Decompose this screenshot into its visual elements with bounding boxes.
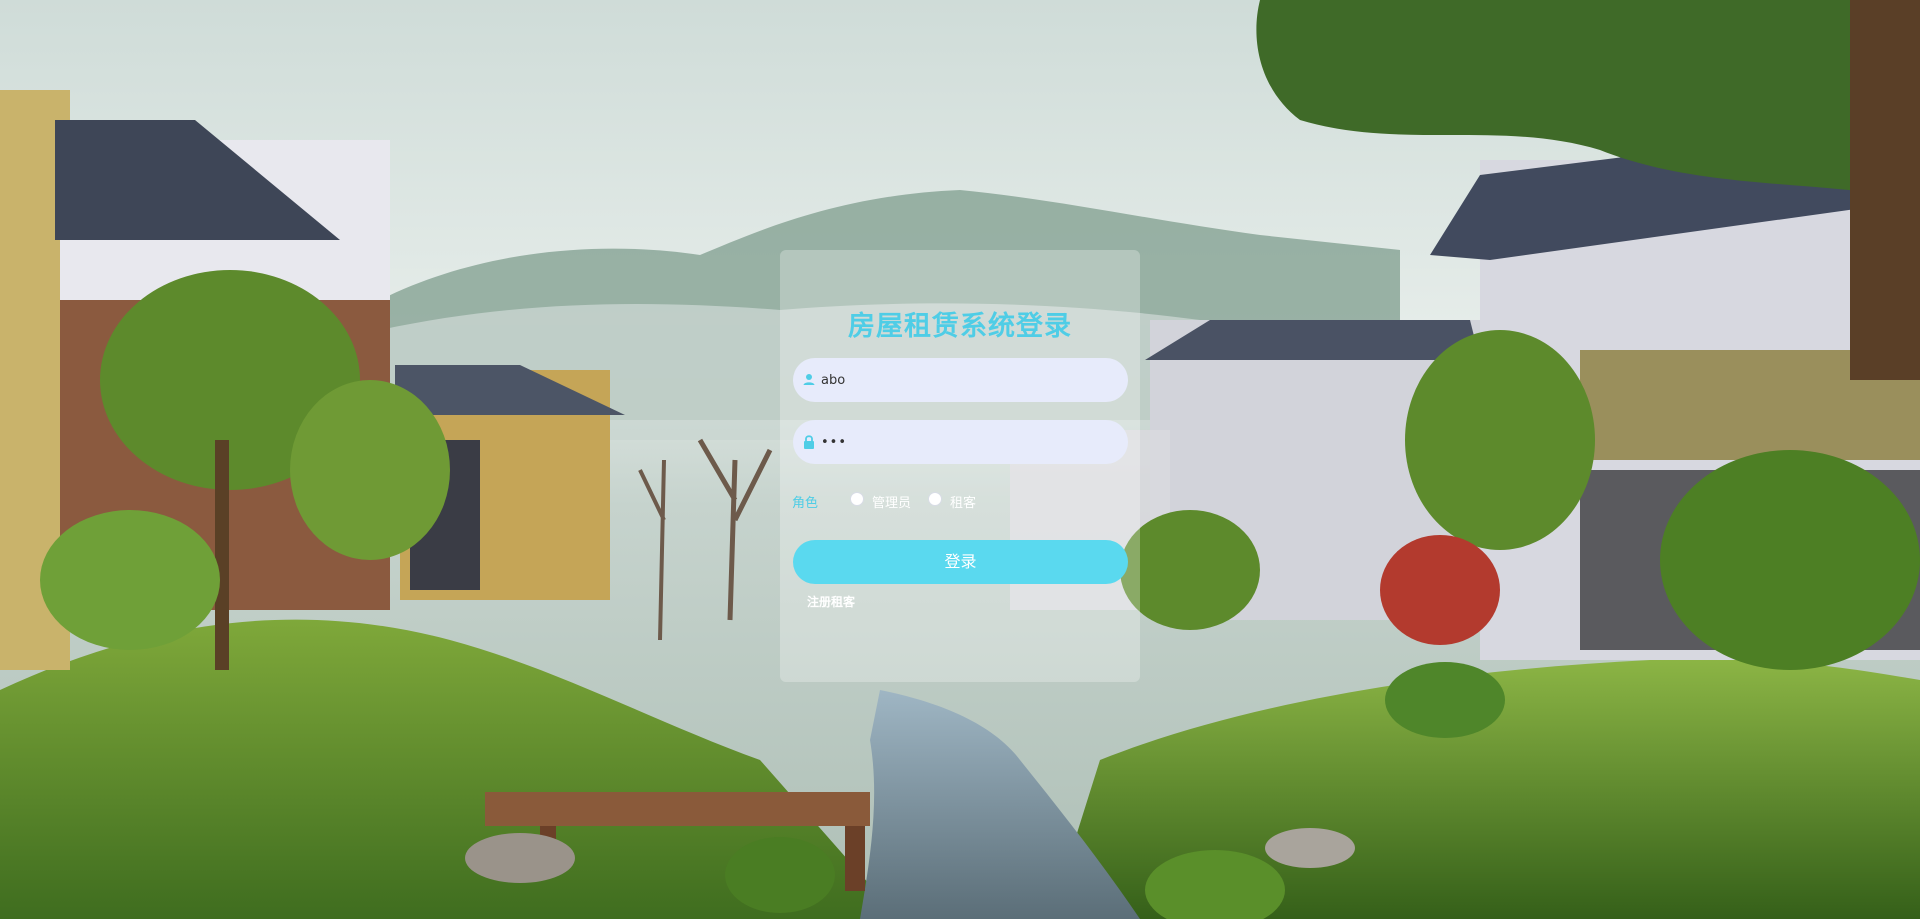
- radio-admin[interactable]: [850, 492, 864, 506]
- user-icon: [803, 374, 815, 385]
- login-button[interactable]: 登录: [793, 540, 1128, 584]
- background-scene: 房屋租赁系统登录 角色 管理员 租客 登录 注册租客: [0, 0, 1920, 919]
- register-tenant-link[interactable]: 注册租客: [807, 593, 855, 610]
- username-input[interactable]: [821, 358, 1111, 402]
- password-field[interactable]: [793, 420, 1128, 464]
- lock-icon: [804, 435, 814, 449]
- username-field[interactable]: [793, 358, 1128, 402]
- radio-tenant[interactable]: [928, 492, 942, 506]
- radio-admin-label[interactable]: 管理员: [872, 492, 911, 511]
- role-label: 角色: [792, 496, 819, 511]
- page-title: 房屋租赁系统登录: [848, 311, 1072, 342]
- login-panel: 房屋租赁系统登录 角色 管理员 租客 登录 注册租客: [780, 250, 1140, 682]
- password-input[interactable]: [821, 420, 1111, 464]
- radio-tenant-label[interactable]: 租客: [950, 492, 976, 511]
- role-selector: 角色 管理员 租客: [790, 490, 1130, 511]
